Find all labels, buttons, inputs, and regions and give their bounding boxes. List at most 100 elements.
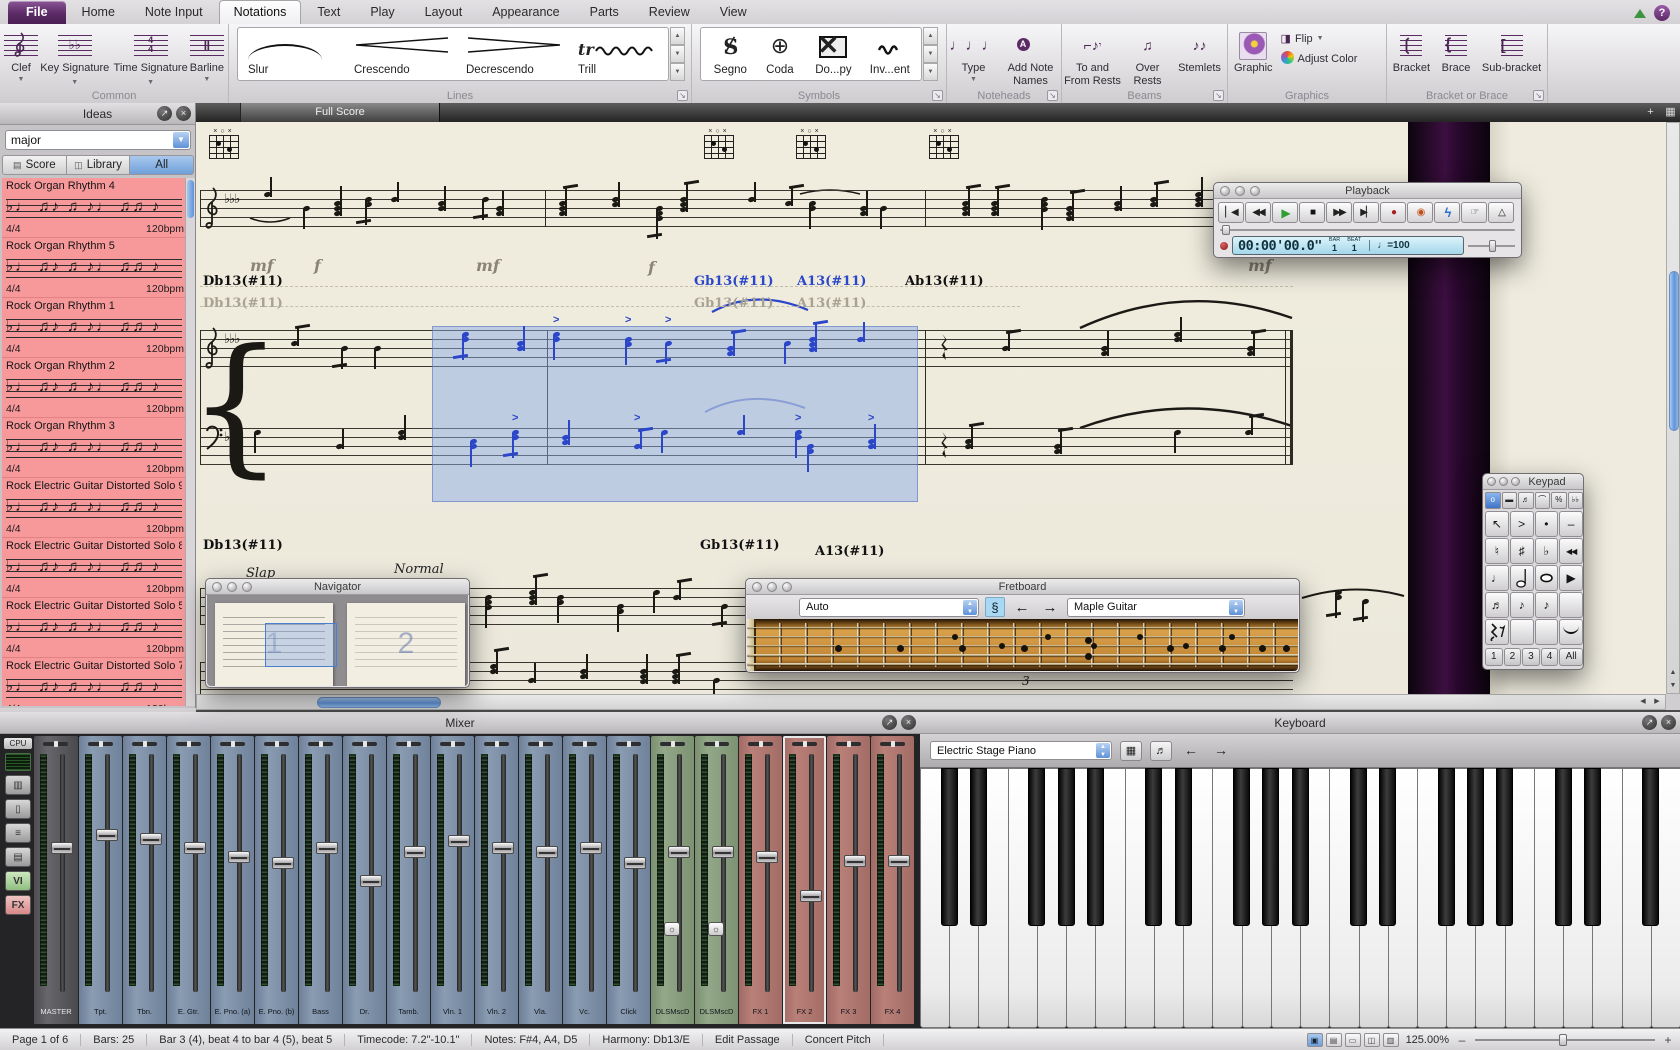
adjust-color-button[interactable]: Adjust Color — [1281, 51, 1358, 66]
ribbon-tab-text[interactable]: Text — [303, 1, 354, 24]
stepper-icon[interactable]: ▲▼ — [1229, 600, 1243, 615]
lines-gallery-scroll[interactable]: ▲▼▼ — [670, 27, 685, 81]
ribbon-tab-file[interactable]: File — [8, 1, 66, 24]
fader-thumb[interactable] — [140, 833, 162, 845]
keyboard-detach-icon[interactable]: ↗ — [1642, 715, 1657, 730]
ideas-tab-score[interactable]: ▤Score — [2, 155, 67, 175]
move-to-start-button[interactable]: ▏◀ — [1218, 202, 1244, 223]
flip-button[interactable]: ◨ Flip ▼ — [1281, 31, 1358, 46]
pan-slider[interactable] — [484, 742, 509, 746]
ideas-scrollbar[interactable] — [185, 178, 195, 706]
keypad-key-rests[interactable] — [1485, 619, 1509, 645]
playback-title-bar[interactable]: Playback — [1214, 183, 1521, 199]
ribbon-tab-appearance[interactable]: Appearance — [478, 1, 573, 24]
keypad-key-sharp[interactable]: ♯ — [1510, 538, 1534, 564]
fader-thumb[interactable] — [712, 846, 734, 858]
trill-item[interactable]: tr Trill — [572, 30, 664, 78]
keypad-key-cursor[interactable]: ↖ — [1485, 511, 1509, 537]
black-key[interactable] — [1175, 768, 1192, 926]
keypad-key-tenuto[interactable]: – — [1559, 511, 1583, 537]
octave-right-icon[interactable]: → — [1210, 741, 1232, 761]
black-key[interactable] — [970, 768, 987, 926]
pan-slider[interactable] — [748, 742, 773, 746]
keypad-key-blank[interactable] — [1559, 592, 1583, 618]
window-traffic-lights[interactable] — [1220, 186, 1260, 196]
mixer-strip-tpt-[interactable]: Tpt. — [79, 736, 122, 1024]
tab-list-icon[interactable]: ▦ — [1663, 105, 1678, 120]
fader-thumb[interactable] — [624, 857, 646, 869]
score-vertical-scrollbar[interactable]: ▲ ▼ — [1666, 122, 1680, 694]
mixer-strip-click[interactable]: Click — [607, 736, 650, 1024]
score-horizontal-scrollbar[interactable]: ◀ ▶ — [196, 694, 1666, 710]
new-tab-icon[interactable]: + — [1643, 105, 1658, 120]
window-traffic-lights[interactable] — [212, 582, 252, 592]
black-key[interactable] — [1292, 768, 1309, 926]
fader-thumb[interactable] — [404, 846, 426, 858]
zoom-in-icon[interactable]: + — [1662, 1033, 1674, 1047]
idea-item[interactable]: Rock Organ Rhythm 4♭♩ ♫♪ ♫ ♪♩ ♫♫ ♪ ♩♫4/4… — [2, 178, 186, 238]
pan-slider[interactable] — [264, 742, 289, 746]
do-not-photocopy-item[interactable]: ✕ Do...py — [804, 30, 862, 78]
next-arrow-icon[interactable]: → — [1039, 599, 1061, 616]
fader-thumb[interactable] — [536, 846, 558, 858]
keyboard-size-icon[interactable]: ▦ — [1120, 741, 1142, 761]
keypad-key-flat[interactable]: ♭ — [1535, 538, 1559, 564]
rewind-button[interactable]: ◀◀ — [1245, 202, 1271, 223]
fretboard-title-bar[interactable]: Fretboard — [746, 579, 1299, 595]
symbols-gallery-scroll[interactable]: ▲▼▼ — [923, 27, 938, 81]
idea-item[interactable]: Rock Electric Guitar Distorted Solo 8♭♩ … — [2, 538, 186, 598]
black-key[interactable] — [1145, 768, 1162, 926]
black-key[interactable] — [1496, 768, 1513, 926]
pan-slider[interactable] — [352, 742, 377, 746]
decrescendo-item[interactable]: Decrescendo — [460, 30, 572, 78]
lines-dialog-launcher[interactable]: ↘ — [677, 90, 688, 101]
ribbon-tab-parts[interactable]: Parts — [576, 1, 633, 24]
keypad-key-eighth-note-a[interactable]: ♪ — [1510, 592, 1534, 618]
scroll-left-icon[interactable]: ◀ — [1637, 696, 1649, 708]
mixer-strip-vc-[interactable]: Vc. — [563, 736, 606, 1024]
keypad-key-blank[interactable] — [1535, 619, 1559, 645]
pan-slider[interactable] — [660, 742, 685, 746]
fader-thumb[interactable] — [492, 842, 514, 854]
key-signature-button[interactable]: ♭♭ Key Signature ▼ — [38, 26, 112, 87]
full-screen-view-icon[interactable]: ▥ — [1383, 1033, 1399, 1047]
octave-left-icon[interactable]: ← — [1180, 741, 1202, 761]
keypad-key-staccato[interactable]: • — [1535, 511, 1559, 537]
keypad-tab-common-notes[interactable]: o — [1485, 492, 1501, 509]
idea-item[interactable]: Rock Organ Rhythm 2♭♩ ♫♪ ♫ ♪♩ ♫♫ ♪ ♩♫4/4… — [2, 358, 186, 418]
fader-thumb[interactable] — [668, 846, 690, 858]
voice-button-2[interactable]: 2 — [1504, 648, 1522, 666]
horizontal-scroll-thumb[interactable] — [317, 697, 441, 708]
piano-keyboard[interactable] — [920, 768, 1680, 1028]
pan-slider[interactable] — [396, 742, 421, 746]
pan-slider[interactable] — [616, 742, 641, 746]
live-playback-button[interactable]: ☞ — [1461, 202, 1487, 223]
black-key[interactable] — [1262, 768, 1279, 926]
keypad-key-sixteenth-note[interactable]: ♬ — [1485, 592, 1509, 618]
keypad-tab-beams-tremolos[interactable]: ♬ — [1518, 492, 1534, 509]
symbols-dialog-launcher[interactable]: ↘ — [932, 90, 943, 101]
show-instruments-button[interactable]: ▤ — [5, 847, 31, 867]
slur-item[interactable]: Slur — [242, 30, 348, 78]
pan-slider[interactable] — [836, 742, 861, 746]
keypad-key-rewind[interactable]: ◀◀ — [1559, 538, 1583, 564]
virtual-instruments-button[interactable]: VI — [5, 871, 31, 891]
mixer-strip-vla-[interactable]: Vla. — [519, 736, 562, 1024]
keypad-tab-articulations[interactable]: ⌒ — [1535, 492, 1551, 509]
meter-view-button[interactable]: ▥ — [5, 775, 31, 795]
stop-button[interactable]: ■ — [1299, 202, 1325, 223]
fader-thumb[interactable] — [272, 857, 294, 869]
black-key[interactable] — [1584, 768, 1601, 926]
keypad-key-quarter-note[interactable]: ♩ — [1485, 565, 1509, 591]
mixer-strip-tbn-[interactable]: Tbn. — [123, 736, 166, 1024]
idea-item[interactable]: Rock Organ Rhythm 1♭♩ ♫♪ ♫ ♪♩ ♫♫ ♪ ♩♫4/4… — [2, 298, 186, 358]
fader-thumb[interactable] — [316, 842, 338, 854]
barline-button[interactable]: ‖ Barline ▼ — [190, 26, 224, 87]
tab-full-score[interactable]: Full Score — [240, 103, 440, 122]
pages-view-icon[interactable]: ▣ — [1307, 1033, 1323, 1047]
idea-item[interactable]: Rock Organ Rhythm 3♭♩ ♫♪ ♫ ♪♩ ♫♫ ♪ ♩♫4/4… — [2, 418, 186, 478]
live-tempo-button[interactable]: ϟ — [1434, 202, 1460, 223]
black-key[interactable] — [1087, 768, 1104, 926]
strip-height-button[interactable]: ≡ — [5, 823, 31, 843]
fader-thumb[interactable] — [844, 855, 866, 867]
